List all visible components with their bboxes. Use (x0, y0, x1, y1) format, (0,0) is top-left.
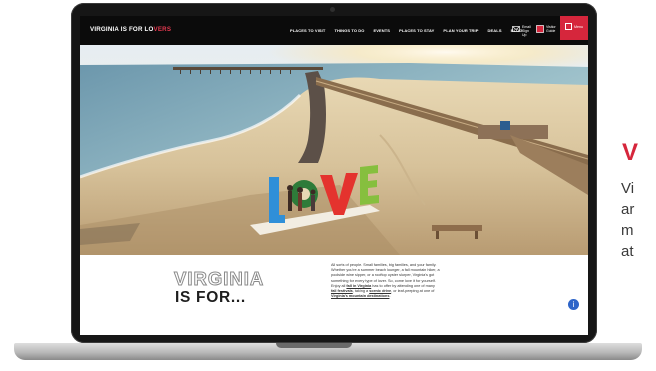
visitor-guide-link[interactable]: Visitor Guide (536, 25, 558, 33)
nav-item-things-to-do[interactable]: THINGS TO DO (334, 28, 364, 33)
headline-outline: VIRGINIA (173, 268, 265, 289)
intro-paragraph: All sorts of people. Small families, big… (331, 263, 463, 299)
laptop-screen: VIRGINIA IS FOR LOVERS PLACES TO VISIT T… (80, 16, 588, 335)
menu-label: Menu (574, 25, 583, 29)
laptop-notch (276, 343, 352, 348)
link-fall-in-virginia[interactable]: fall in Virginia (346, 284, 371, 288)
email-signup-link[interactable]: Email Sign Up (512, 25, 534, 38)
intro-line: Enjoy all (331, 283, 346, 288)
book-icon (536, 25, 544, 33)
intro-section: VIRGINIA IS FOR... All sorts of people. … (80, 255, 588, 335)
nav-item-places-to-visit[interactable]: PLACES TO VISIT (290, 28, 325, 33)
logo-text: VIRGINIA IS FOR LO (90, 26, 154, 33)
side-heading: V (622, 139, 639, 166)
envelope-icon (512, 26, 520, 32)
side-line: Vi (621, 180, 635, 197)
nav-item-events[interactable]: EVENTS (373, 28, 390, 33)
link-fall-festivals[interactable]: fall festivals (331, 289, 353, 293)
site-logo[interactable]: VIRGINIA IS FOR LOVERS (90, 26, 171, 33)
laptop-lid: VIRGINIA IS FOR LOVERS PLACES TO VISIT T… (71, 3, 597, 343)
webcam-icon (330, 7, 335, 12)
sign-letter-e (360, 165, 379, 205)
top-navigation: VIRGINIA IS FOR LOVERS PLACES TO VISIT T… (80, 16, 588, 45)
nav-item-places-to-stay[interactable]: PLACES TO STAY (399, 28, 434, 33)
beach-photo (80, 45, 588, 255)
intro-line: Whether you're a summer beach lounger, a… (331, 268, 440, 273)
side-line: ar (621, 201, 635, 218)
hero-image (80, 45, 588, 255)
intro-line: All sorts of people. Small families, big… (331, 263, 437, 267)
intro-line: something for every type of lover. So, c… (331, 278, 436, 283)
main-nav: PLACES TO VISIT THINGS TO DO EVENTS PLAC… (290, 28, 523, 33)
link-mountain-destinations[interactable]: Virginia's mountain destinations (331, 294, 389, 298)
logo-text-highlight: VERS (153, 26, 172, 33)
intro-text: . (389, 294, 391, 299)
accessibility-button[interactable]: i (568, 299, 579, 310)
intro-text: , or leaf-peeping at one of (391, 289, 435, 294)
headline-solid: IS FOR... (175, 289, 246, 306)
link-scenic-drive[interactable]: scenic drive (369, 289, 391, 293)
nav-item-plan-your-trip[interactable]: PLAN YOUR TRIP (443, 28, 478, 33)
intro-text: , taking a (352, 289, 370, 294)
email-signup-label: Email Sign Up (522, 25, 531, 38)
cropped-side-text: V Vi ar m at (620, 139, 656, 299)
intro-text: has to offer by attending one of many (371, 283, 435, 288)
visitor-guide-label: Visitor Guide (546, 25, 556, 34)
menu-button[interactable]: Menu (560, 16, 588, 40)
side-line: m (621, 222, 634, 239)
menu-icon (565, 23, 572, 30)
side-line: at (621, 243, 634, 260)
nav-item-deals[interactable]: DEALS (488, 28, 502, 33)
intro-line: poolside wine sipper, or a rooftop oyste… (331, 273, 435, 278)
